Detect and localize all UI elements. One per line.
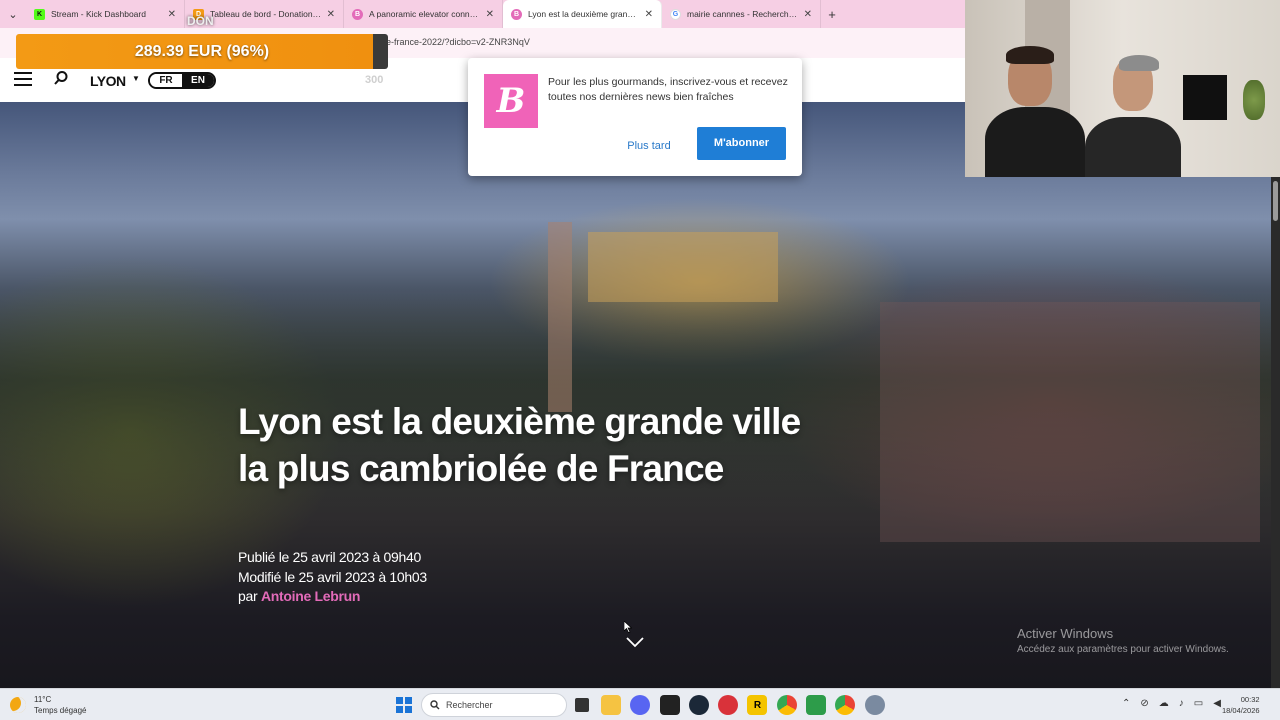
site-icon: B	[352, 8, 363, 20]
byline-prefix: par	[238, 588, 258, 604]
google-icon: G	[670, 8, 681, 20]
close-tab-icon[interactable]: ✕	[327, 9, 335, 20]
volume-icon[interactable]: ◀	[1213, 698, 1221, 709]
byline: par Antoine Lebrun	[238, 587, 427, 607]
tab-title: Lyon est la deuxième grande vi	[528, 9, 641, 19]
published-date: Publié le 25 avril 2023 à 09h40	[238, 549, 421, 565]
close-tab-icon[interactable]: ✕	[168, 9, 176, 20]
system-clock[interactable]: 00:32 18/04/2026	[1222, 694, 1260, 716]
site-icon: B	[511, 8, 522, 20]
tab-title: Tableau de bord - DonationAle	[210, 9, 323, 19]
network-icon[interactable]: ⊘	[1140, 698, 1148, 709]
page-scrollbar[interactable]	[1271, 177, 1280, 688]
clock-time: 00:32	[1240, 695, 1260, 704]
site-logo: B	[484, 74, 538, 128]
taskbar-apps: R	[572, 695, 894, 715]
article-meta: Publié le 25 avril 2023 à 09h40 Modifié …	[238, 548, 427, 607]
clock-date: 18/04/2026	[1222, 706, 1260, 715]
chrome-icon[interactable]	[776, 695, 797, 715]
close-tab-icon[interactable]: ✕	[645, 9, 653, 20]
title-line: Lyon est la deuxième grande ville	[238, 401, 801, 442]
chevron-down-icon[interactable]	[626, 636, 644, 648]
windows-activation-watermark: Activer Windows Accédez aux paramètres p…	[1017, 626, 1229, 655]
caret-down-icon[interactable]: ▼	[132, 74, 140, 83]
mouse-cursor-icon	[624, 621, 632, 633]
activation-title: Activer Windows	[1017, 626, 1114, 641]
close-tab-icon[interactable]: ✕	[804, 9, 812, 20]
taskbar-search[interactable]: Rechercher	[421, 693, 567, 717]
chrome-active-icon[interactable]	[835, 695, 856, 715]
notification-popup: B Pour les plus gourmands, inscrivez-vou…	[468, 58, 802, 176]
webcam-person	[1085, 55, 1185, 177]
browser-tab-bar: ⌄ K Stream - Kick Dashboard ✕ D Tableau …	[0, 0, 965, 28]
chevron-up-icon[interactable]: ⌃	[1122, 698, 1130, 709]
tab-title: A panoramic elevator connecti	[369, 9, 482, 19]
tab-search-dropdown-icon[interactable]: ⌄	[0, 0, 26, 28]
discord-icon[interactable]	[630, 695, 651, 715]
author-link[interactable]: Antoine Lebrun	[261, 588, 361, 604]
kick-icon: K	[34, 8, 45, 20]
microphone-icon[interactable]: ♪	[1179, 698, 1184, 709]
tab-title: mairie cannnes - Recherche Go	[687, 9, 800, 19]
weather-widget[interactable]: 11°C Temps dégagé	[10, 694, 86, 716]
donation-goal: 300	[365, 74, 384, 86]
windows-start-icon[interactable]	[396, 697, 412, 713]
donation-label: DON	[187, 14, 214, 28]
menu-icon[interactable]	[14, 72, 32, 88]
church-spire	[548, 222, 572, 412]
rockstar-icon[interactable]: R	[747, 695, 768, 715]
settings-icon[interactable]	[864, 695, 885, 715]
obs-icon[interactable]	[806, 695, 827, 715]
tab-title: Stream - Kick Dashboard	[51, 9, 146, 19]
steam-icon[interactable]	[688, 695, 709, 715]
lang-fr[interactable]: FR	[150, 74, 182, 87]
search-icon	[430, 700, 440, 710]
epic-games-icon[interactable]	[659, 695, 680, 715]
file-explorer-icon[interactable]	[601, 695, 621, 715]
modified-date: Modifié le 25 avril 2023 à 10h03	[238, 568, 427, 585]
later-button[interactable]: Plus tard	[616, 137, 682, 155]
display-icon[interactable]: ▭	[1194, 698, 1203, 709]
article-title: Lyon est la deuxième grande ville la plu…	[238, 398, 878, 492]
close-tab-icon[interactable]: ✕	[486, 9, 494, 20]
popup-message: Pour les plus gourmands, inscrivez-vous …	[548, 76, 788, 103]
donation-progress-bar: 289.39 EUR (96%)	[16, 34, 388, 69]
city-selector[interactable]: LYON	[90, 73, 126, 89]
taskbar-search-placeholder: Rechercher	[446, 700, 493, 710]
riverside-buildings	[880, 302, 1260, 542]
new-tab-button[interactable]: +	[821, 7, 843, 22]
activation-subtitle: Accédez aux paramètres pour activer Wind…	[1017, 644, 1229, 655]
weather-temp: 11°C	[34, 695, 52, 704]
windows-taskbar: 11°C Temps dégagé Rechercher R ⌃ ⊘ ☁ ♪ ▭…	[0, 688, 1280, 720]
scrollbar-thumb[interactable]	[1273, 181, 1278, 221]
browser-tab[interactable]: B A panoramic elevator connecti ✕	[344, 0, 503, 28]
webcam-overlay	[965, 0, 1280, 177]
weather-condition: Temps dégagé	[34, 706, 87, 715]
task-view-icon[interactable]	[575, 698, 589, 712]
browser-tab[interactable]: K Stream - Kick Dashboard ✕	[26, 0, 185, 28]
webcam-tv	[1183, 75, 1227, 120]
chateau-building	[588, 232, 778, 302]
app-red-icon[interactable]	[718, 695, 739, 715]
webcam-person	[980, 42, 1090, 177]
browser-tab[interactable]: G mairie cannnes - Recherche Go ✕	[662, 0, 821, 28]
language-toggle[interactable]: FR EN	[148, 72, 216, 89]
donation-amount: 289.39 EUR (96%)	[134, 42, 270, 60]
hero-image: Lyon est la deuxième grande ville la plu…	[0, 102, 1280, 688]
onedrive-icon[interactable]: ☁	[1159, 698, 1169, 709]
lang-en[interactable]: EN	[182, 74, 214, 87]
subscribe-button[interactable]: M'abonner	[697, 127, 786, 160]
url-text[interactable]: e-france-2022/?dicbo=v2-ZNR3NqV	[386, 37, 530, 47]
browser-tab-active[interactable]: B Lyon est la deuxième grande vi ✕	[503, 0, 662, 28]
system-tray: ⌃ ⊘ ☁ ♪ ▭ ◀	[1122, 698, 1231, 709]
webcam-plant	[1243, 80, 1265, 120]
title-line: la plus cambriolée de France	[238, 448, 724, 489]
moon-icon	[10, 697, 26, 713]
search-icon[interactable]	[53, 70, 69, 86]
